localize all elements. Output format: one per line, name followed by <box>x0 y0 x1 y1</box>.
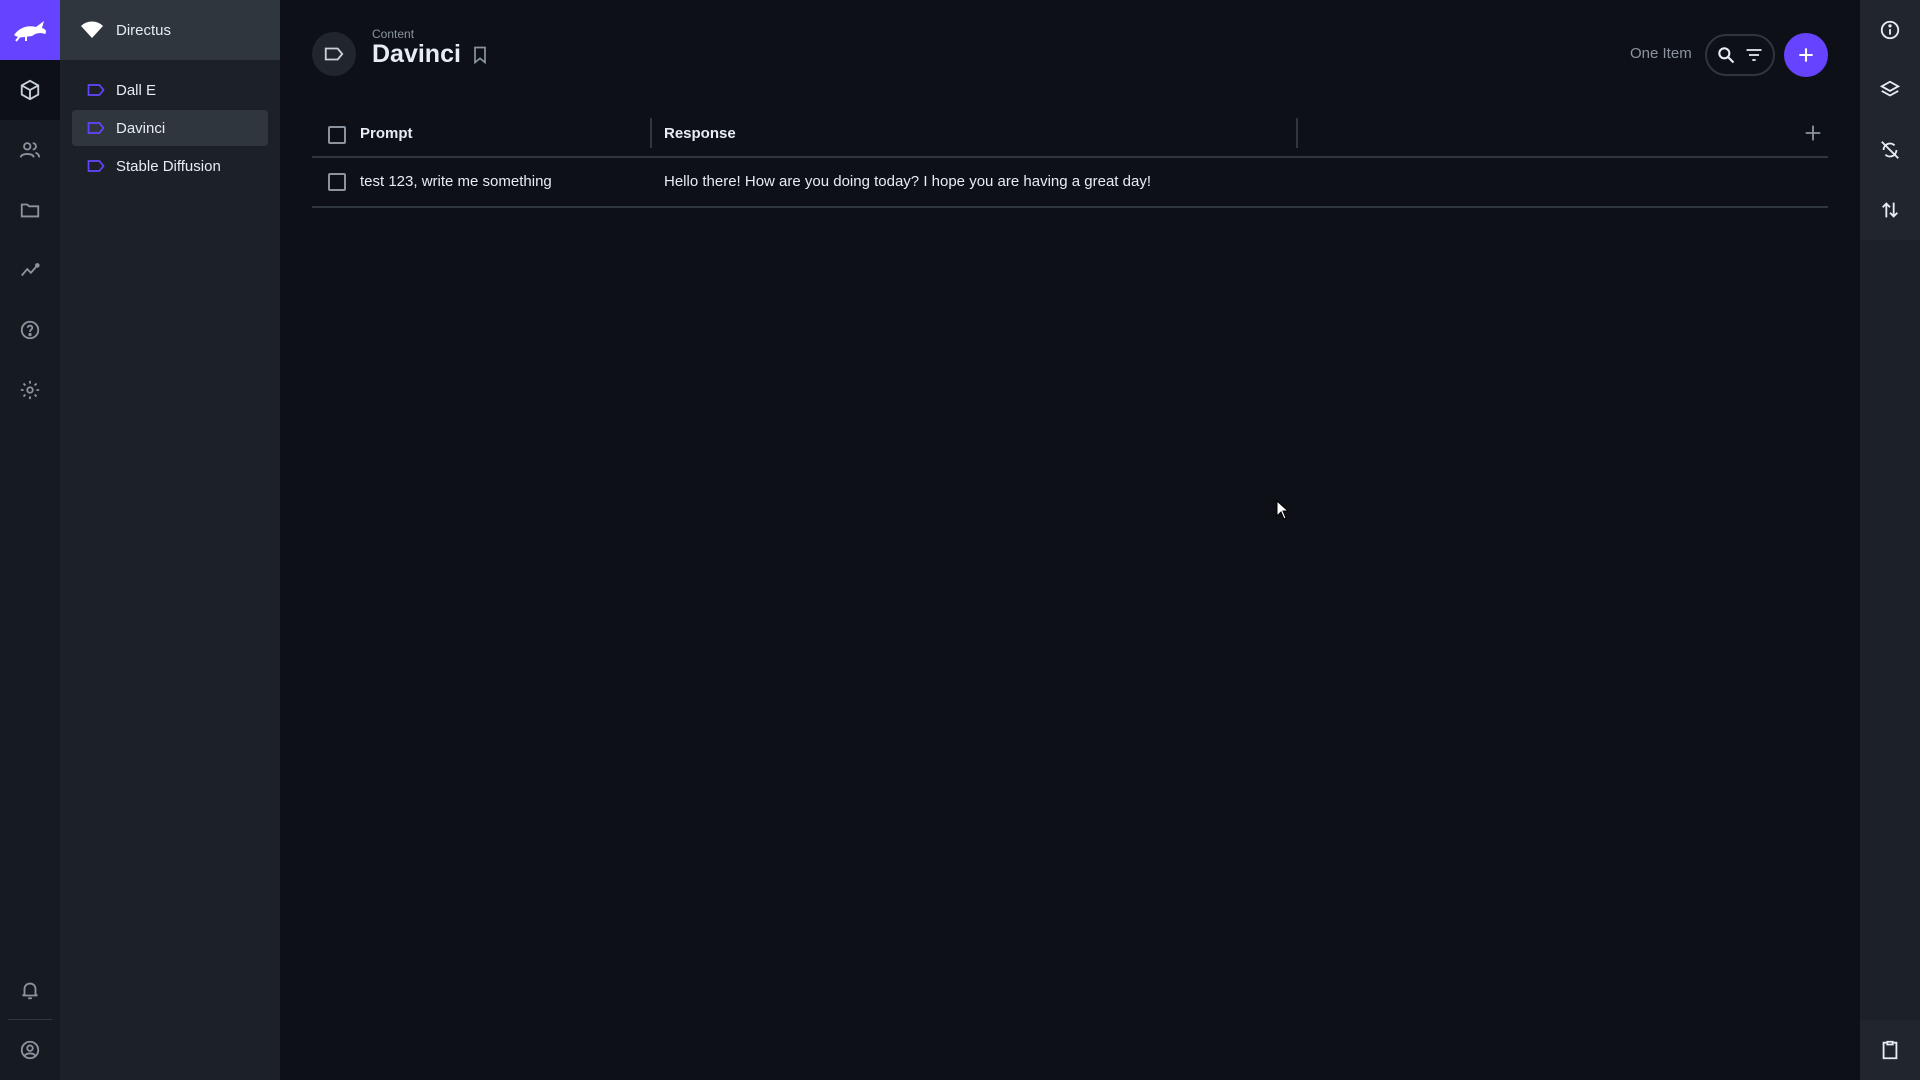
right-sidebar <box>1860 0 1920 1080</box>
clipboard-icon[interactable] <box>1860 1020 1920 1080</box>
nav-item-davinci[interactable]: Davinci <box>72 110 268 146</box>
create-item-button[interactable] <box>1784 33 1828 77</box>
folder-icon[interactable] <box>0 180 60 240</box>
table-row[interactable]: test 123, write me something Hello there… <box>312 158 1828 208</box>
sidebar-sections <box>1860 0 1920 240</box>
sync-disabled-icon[interactable] <box>1860 120 1920 180</box>
items-table: Prompt Response test 123, write me somet… <box>312 112 1828 208</box>
collection-label-icon[interactable] <box>312 32 356 76</box>
nav-item-label: Dall E <box>116 81 157 99</box>
item-count: One Item <box>1630 45 1692 62</box>
nav-item-stable-diffusion[interactable]: Stable Diffusion <box>72 148 268 184</box>
settings-gear-icon[interactable] <box>0 360 60 420</box>
nav-item-label: Davinci <box>116 119 166 137</box>
label-icon <box>87 160 105 172</box>
search-icon[interactable] <box>1716 45 1736 65</box>
select-all-checkbox[interactable] <box>328 126 346 144</box>
navigation-panel: Directus Dall E Davinci Stable Diffusion <box>60 0 280 1080</box>
import-export-icon[interactable] <box>1860 180 1920 240</box>
directus-logo-icon[interactable] <box>0 0 60 60</box>
cell-response: Hello there! How are you doing today? I … <box>664 173 1151 190</box>
search-filter-pill[interactable] <box>1705 34 1775 76</box>
label-icon <box>87 84 105 96</box>
column-header-response[interactable]: Response <box>664 125 736 142</box>
account-circle-icon[interactable] <box>0 1020 60 1080</box>
main-content: Content Davinci One Item Prompt Response… <box>280 0 1860 1080</box>
filter-icon[interactable] <box>1744 45 1764 65</box>
table-header: Prompt Response <box>312 112 1828 158</box>
project-name: Directus <box>116 21 172 39</box>
label-icon <box>87 122 105 134</box>
row-checkbox[interactable] <box>328 173 346 191</box>
column-resize-handle[interactable] <box>1296 118 1298 148</box>
column-resize-handle[interactable] <box>650 118 652 148</box>
mouse-cursor-icon <box>1276 500 1290 520</box>
info-icon[interactable] <box>1860 0 1920 60</box>
column-header-prompt[interactable]: Prompt <box>360 125 413 142</box>
nav-item-label: Stable Diffusion <box>116 157 221 175</box>
help-icon[interactable] <box>0 300 60 360</box>
content-box-icon[interactable] <box>0 60 60 120</box>
cell-prompt: test 123, write me something <box>360 173 552 190</box>
module-bar <box>0 0 60 1080</box>
plus-icon <box>1799 48 1813 62</box>
nav-item-dall-e[interactable]: Dall E <box>72 72 268 108</box>
collection-list: Dall E Davinci Stable Diffusion <box>60 60 280 198</box>
add-column-icon[interactable] <box>1802 122 1824 144</box>
project-header[interactable]: Directus <box>60 0 280 60</box>
users-icon[interactable] <box>0 120 60 180</box>
layers-icon[interactable] <box>1860 60 1920 120</box>
insights-icon[interactable] <box>0 240 60 300</box>
wifi-icon <box>81 21 103 38</box>
bookmark-icon[interactable] <box>470 45 490 65</box>
page-title: Davinci <box>372 40 461 68</box>
breadcrumb[interactable]: Content <box>372 27 414 41</box>
bell-icon[interactable] <box>0 960 60 1020</box>
